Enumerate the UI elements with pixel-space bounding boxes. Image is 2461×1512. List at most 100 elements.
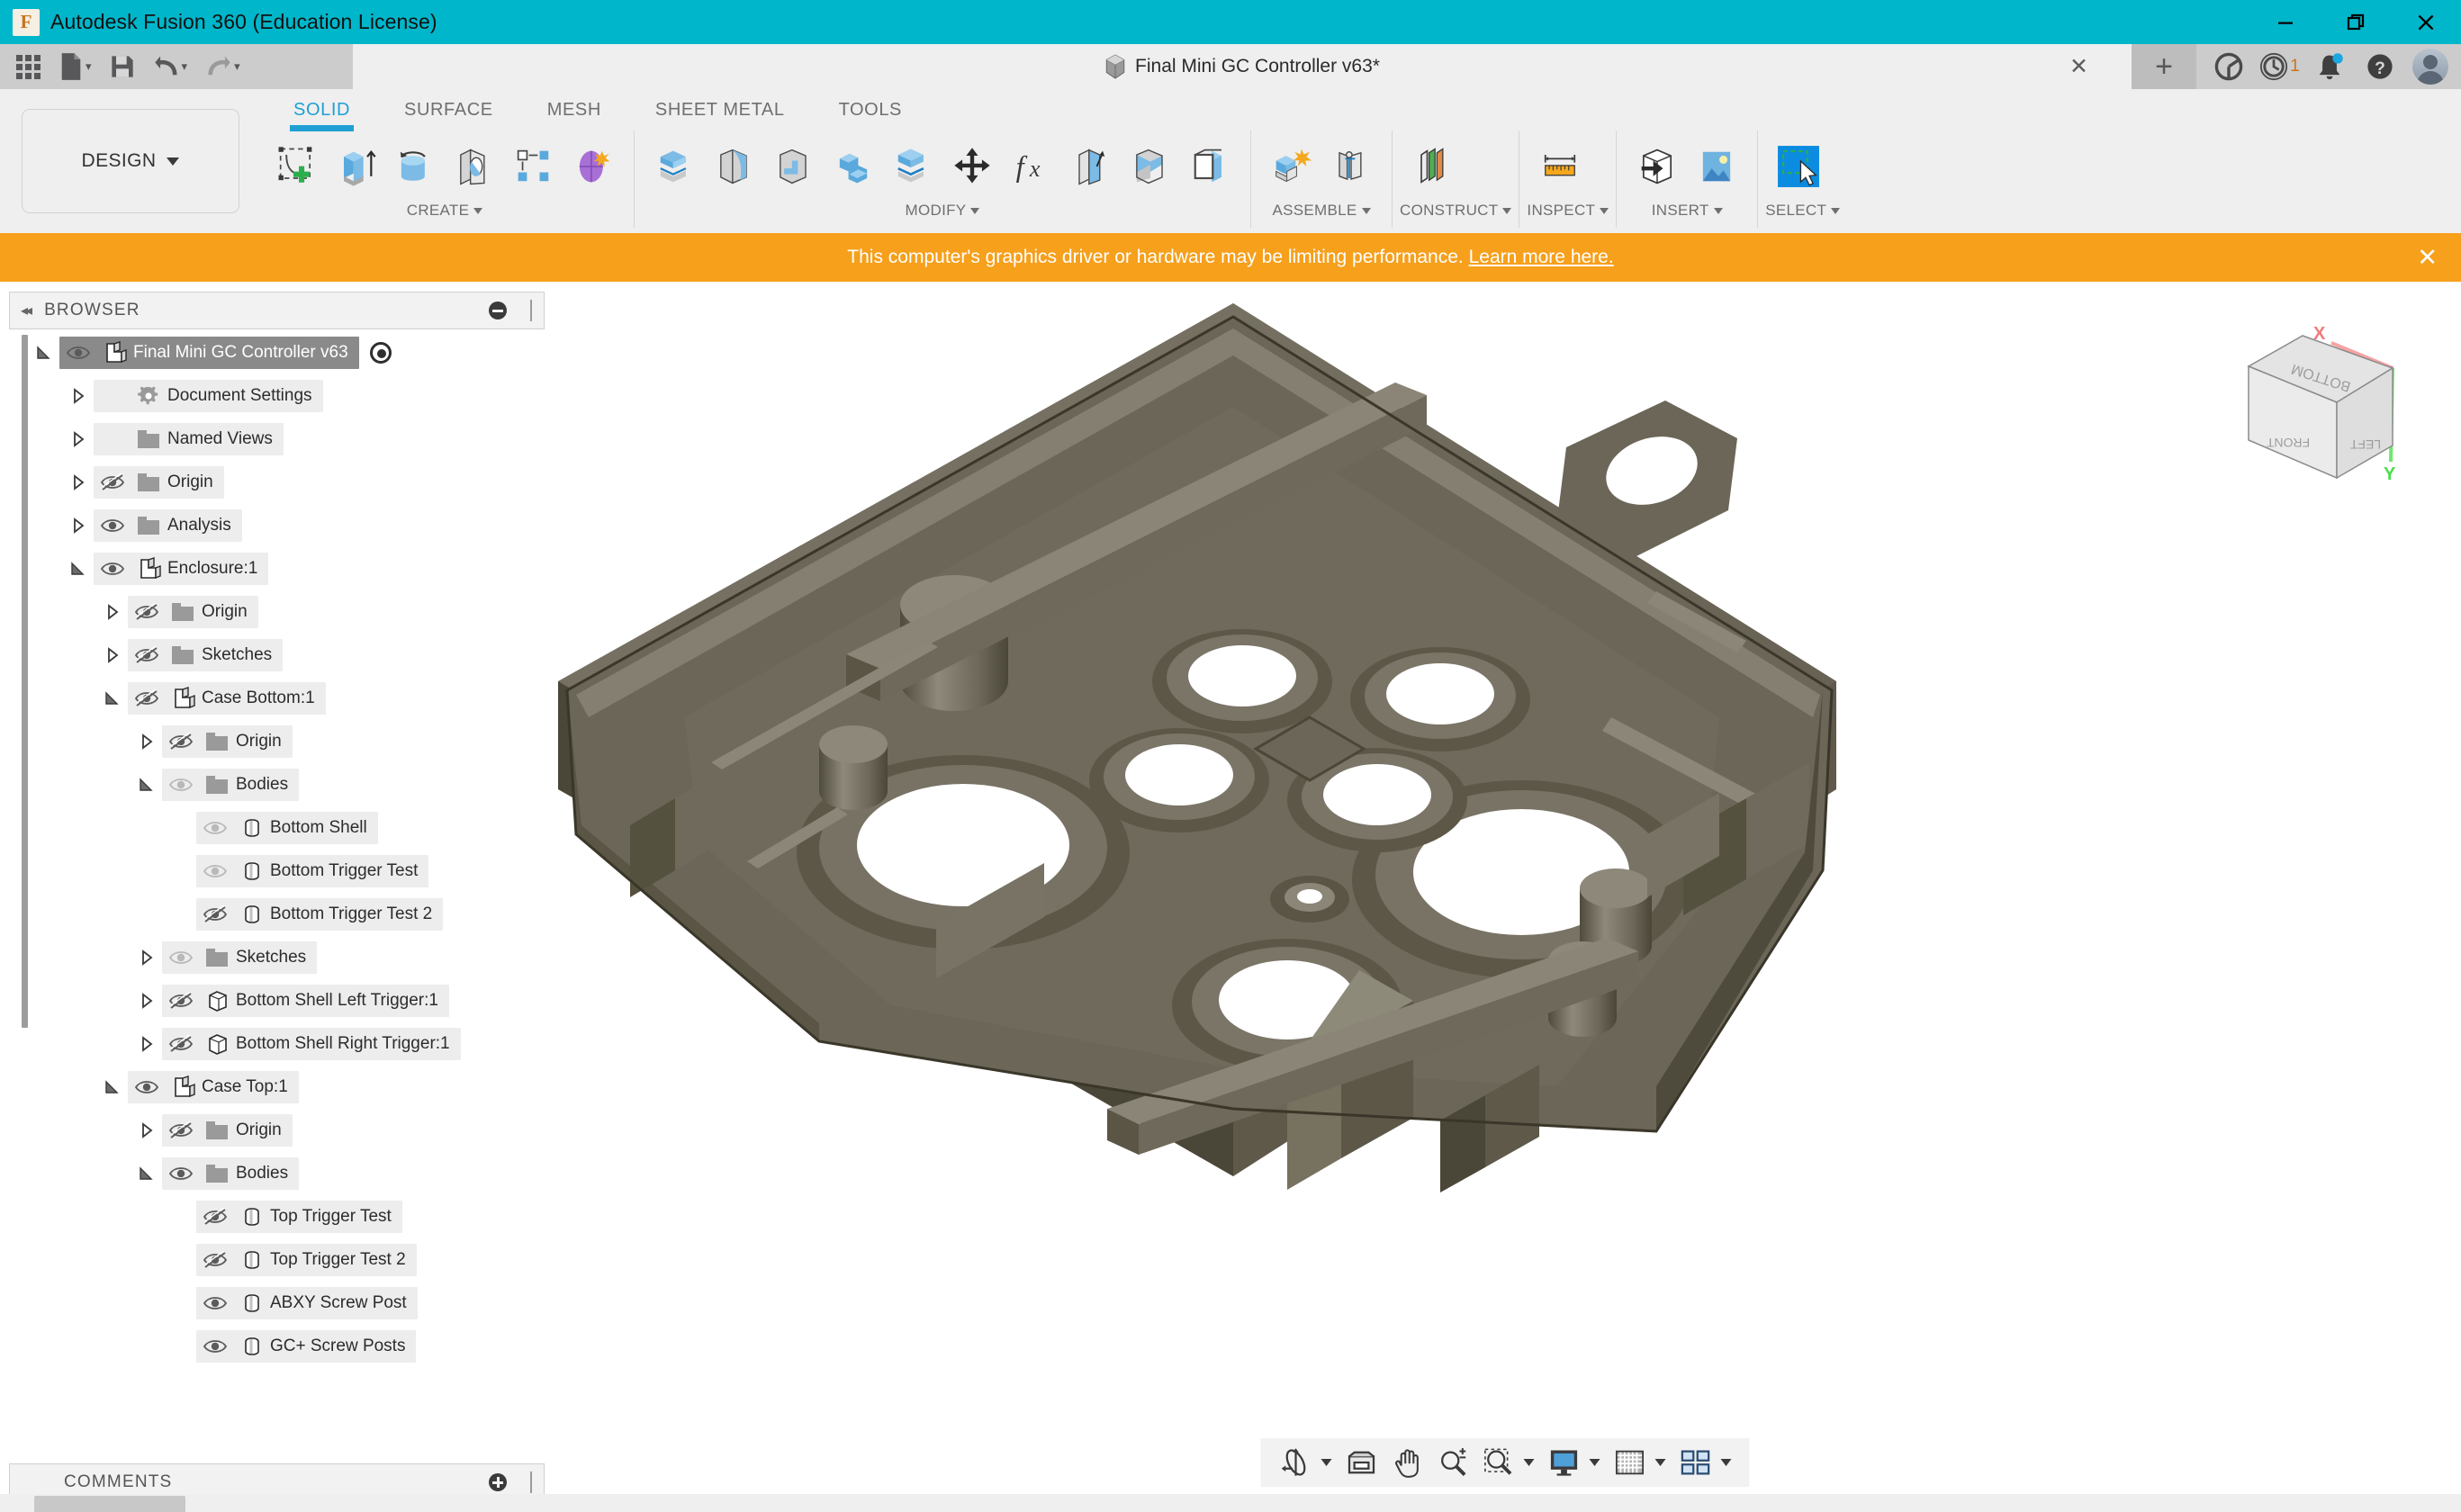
app-grid-button[interactable] <box>9 47 48 86</box>
hole-button[interactable] <box>446 137 502 196</box>
job-status-button[interactable]: 1 <box>2256 44 2303 89</box>
visibility-visible-icon[interactable] <box>196 1294 234 1312</box>
tree-expander-expanded-icon[interactable] <box>63 560 94 578</box>
tab-tools[interactable]: TOOLS <box>812 100 929 121</box>
offset-face-button[interactable] <box>885 137 941 196</box>
split-face-button[interactable] <box>1063 137 1119 196</box>
visibility-visible-icon[interactable] <box>196 862 234 880</box>
browser-collapse-icon[interactable]: ◂◂ <box>21 302 30 320</box>
offset-plane-button[interactable] <box>1405 137 1461 196</box>
browser-tree-item[interactable]: Bottom Shell Left Trigger:1 <box>29 979 545 1022</box>
ribbon-panel-inspect-label[interactable]: INSPECT <box>1527 199 1609 222</box>
browser-resize-grip[interactable] <box>530 300 533 321</box>
fit-button[interactable] <box>1339 1440 1384 1485</box>
browser-tree-item[interactable]: Enclosure:1 <box>29 547 545 590</box>
press-pull-button[interactable] <box>647 137 703 196</box>
visibility-hidden-icon[interactable] <box>128 689 166 707</box>
tab-solid[interactable]: SOLID <box>266 100 377 121</box>
extensions-button[interactable] <box>2205 44 2252 89</box>
tree-expander-collapsed-icon[interactable] <box>63 517 94 535</box>
tree-expander-collapsed-icon[interactable] <box>97 646 128 664</box>
visibility-visible-icon[interactable] <box>196 819 234 837</box>
visibility-visible-icon[interactable] <box>162 949 200 967</box>
visibility-hidden-icon[interactable] <box>196 905 234 923</box>
orbit-dropdown-icon[interactable] <box>1321 1459 1332 1466</box>
ribbon-panel-select-label[interactable]: SELECT <box>1765 199 1840 222</box>
add-comment-icon[interactable] <box>489 1473 507 1491</box>
pan-button[interactable] <box>1386 1440 1429 1485</box>
ribbon-panel-construct-label[interactable]: CONSTRUCT <box>1400 199 1511 222</box>
model-3d-view[interactable] <box>549 294 2331 1401</box>
browser-tree-item[interactable]: Origin <box>29 590 545 634</box>
tab-surface[interactable]: SURFACE <box>377 100 520 121</box>
tree-expander-collapsed-icon[interactable] <box>63 387 94 405</box>
tree-expander-collapsed-icon[interactable] <box>131 733 162 751</box>
tree-expander-expanded-icon[interactable] <box>131 776 162 794</box>
visibility-visible-icon[interactable] <box>59 344 97 362</box>
tree-expander-collapsed-icon[interactable] <box>131 1121 162 1139</box>
grid-snaps-dropdown-icon[interactable] <box>1655 1459 1666 1466</box>
tree-expander-collapsed-icon[interactable] <box>63 430 94 448</box>
display-settings-button[interactable] <box>1542 1440 1587 1485</box>
tab-sheet-metal[interactable]: SHEET METAL <box>628 100 812 121</box>
tree-expander-expanded-icon[interactable] <box>97 1078 128 1096</box>
viewports-dropdown-icon[interactable] <box>1721 1459 1732 1466</box>
canvas-image-button[interactable] <box>1689 137 1744 196</box>
close-button[interactable] <box>2391 0 2461 44</box>
browser-tree-item[interactable]: Bottom Shell <box>29 806 545 850</box>
browser-tree-item[interactable]: GC+ Screw Posts <box>29 1325 545 1368</box>
browser-tree-item[interactable]: Origin <box>29 720 545 763</box>
visibility-visible-icon[interactable] <box>94 560 131 578</box>
redo-button[interactable]: ▾ <box>198 47 248 86</box>
browser-tree-item[interactable]: Named Views <box>29 418 545 461</box>
viewport-canvas[interactable]: X Y Z BOTTOM FRONT LEFT <box>549 285 2461 1512</box>
insert-derive-button[interactable] <box>1629 137 1685 196</box>
undo-button[interactable]: ▾ <box>146 47 195 86</box>
zoom-button[interactable] <box>1431 1440 1474 1485</box>
visibility-visible-icon[interactable] <box>94 517 131 535</box>
browser-tree-item[interactable]: Bottom Trigger Test <box>29 850 545 893</box>
comments-resize-grip[interactable] <box>530 1472 533 1493</box>
extrude-button[interactable] <box>328 137 383 196</box>
combine-button[interactable] <box>825 137 881 196</box>
document-tab[interactable]: Final Mini GC Controller v63* ✕ <box>353 44 2132 89</box>
visibility-visible-icon[interactable] <box>162 776 200 794</box>
tree-expander-collapsed-icon[interactable] <box>131 949 162 967</box>
create-form-button[interactable] <box>565 137 621 196</box>
visibility-hidden-icon[interactable] <box>196 1208 234 1226</box>
change-parameters-button[interactable]: f x <box>1004 137 1059 196</box>
maximize-button[interactable] <box>2321 0 2391 44</box>
browser-tree-item[interactable]: Top Trigger Test <box>29 1195 545 1238</box>
save-button[interactable] <box>103 47 142 86</box>
visibility-hidden-icon[interactable] <box>162 1035 200 1053</box>
browser-tree-item[interactable]: Bodies <box>29 1152 545 1195</box>
ribbon-panel-create-label[interactable]: CREATE <box>263 199 627 222</box>
document-tab-close-icon[interactable]: ✕ <box>2069 56 2088 78</box>
tree-expander-collapsed-icon[interactable] <box>97 603 128 621</box>
ribbon-panel-modify-label[interactable]: MODIFY <box>642 199 1243 222</box>
split-body-button[interactable] <box>1122 137 1178 196</box>
browser-tree-item[interactable]: Origin <box>29 1109 545 1152</box>
notifications-button[interactable] <box>2306 44 2353 89</box>
display-settings-dropdown-icon[interactable] <box>1590 1459 1600 1466</box>
grid-snaps-button[interactable] <box>1608 1440 1653 1485</box>
browser-tree-item[interactable]: Origin <box>29 461 545 504</box>
tree-expander-collapsed-icon[interactable] <box>131 992 162 1010</box>
tree-expander-expanded-icon[interactable] <box>97 689 128 707</box>
account-avatar[interactable] <box>2412 49 2448 85</box>
select-tool-button[interactable] <box>1771 137 1826 196</box>
tree-expander-expanded-icon[interactable] <box>131 1165 162 1183</box>
browser-tree-item[interactable]: Bottom Shell Right Trigger:1 <box>29 1022 545 1066</box>
zoom-window-dropdown-icon[interactable] <box>1524 1459 1535 1466</box>
visibility-hidden-icon[interactable] <box>162 1121 200 1139</box>
browser-tree-item[interactable]: Top Trigger Test 2 <box>29 1238 545 1282</box>
visibility-hidden-icon[interactable] <box>128 646 166 664</box>
browser-tree-item[interactable]: Final Mini GC Controller v63 <box>29 331 545 374</box>
view-cube[interactable]: X Y Z BOTTOM FRONT LEFT <box>2216 303 2423 483</box>
browser-tree-item[interactable]: ABXY Screw Post <box>29 1282 545 1325</box>
visibility-hidden-icon[interactable] <box>162 992 200 1010</box>
browser-tree-item[interactable]: Case Top:1 <box>29 1066 545 1109</box>
tree-expander-collapsed-icon[interactable] <box>131 1035 162 1053</box>
visibility-hidden-icon[interactable] <box>128 603 166 621</box>
measure-button[interactable] <box>1532 137 1588 196</box>
